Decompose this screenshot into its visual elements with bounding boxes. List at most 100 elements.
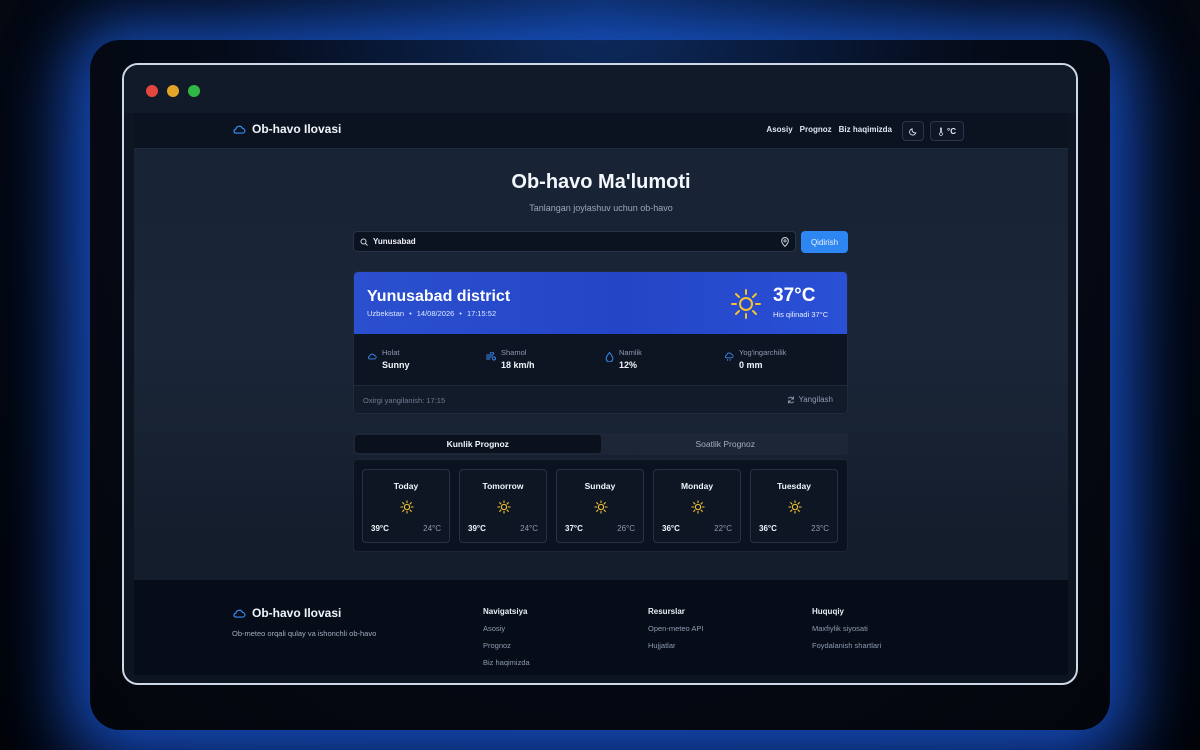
brand[interactable]: Ob-havo Ilovasi bbox=[232, 122, 341, 136]
sun-icon bbox=[594, 500, 608, 514]
forecast-max-temp: 37°C bbox=[565, 524, 583, 533]
forecast-min-temp: 26°C bbox=[617, 524, 635, 533]
sun-icon bbox=[691, 500, 705, 514]
unit-toggle-button[interactable]: °C bbox=[930, 121, 964, 141]
stat-value: Sunny bbox=[382, 360, 410, 370]
sun-icon bbox=[731, 289, 761, 319]
stat-humidity: Namlik 12% bbox=[605, 348, 642, 370]
window-titlebar bbox=[124, 65, 1076, 113]
theme-toggle-button[interactable] bbox=[902, 121, 924, 141]
stat-value: 0 mm bbox=[739, 360, 763, 370]
forecast-tabs: Kunlik Prognoz Soatlik Prognoz bbox=[353, 433, 848, 455]
wind-icon bbox=[486, 352, 496, 361]
stat-wind: Shamol 18 km/h bbox=[486, 348, 535, 370]
forecast-day-name: Sunday bbox=[584, 481, 616, 491]
time: 17:15:52 bbox=[466, 309, 497, 318]
humidity-icon bbox=[605, 352, 614, 362]
nav-link-forecast[interactable]: Prognoz bbox=[800, 125, 832, 134]
weather-card-footer: Oxirgi yangilanish: 17:15 Yangilash bbox=[354, 386, 847, 413]
forecast-max-temp: 36°C bbox=[759, 524, 777, 533]
page-subtitle: Tanlangan joylashuv uchun ob-havo bbox=[529, 203, 673, 213]
date: 14/08/2026 bbox=[416, 309, 455, 318]
forecast-day-name: Monday bbox=[680, 481, 714, 491]
footer-brand: Ob-havo Ilovasi bbox=[232, 606, 341, 620]
nav-link-home[interactable]: Asosiy bbox=[766, 125, 792, 134]
weather-app: Ob-havo Ilovasi Asosiy Prognoz Biz haqim… bbox=[134, 113, 1068, 675]
location-meta: Uzbekistan • 14/08/2026 • 17:15:52 bbox=[367, 309, 496, 318]
close-window-button[interactable] bbox=[146, 85, 158, 97]
stat-condition: Holat Sunny bbox=[367, 348, 410, 370]
last-updated: Oxirgi yangilanish: 17:15 bbox=[363, 396, 446, 405]
current-weather-header: Yunusabad district Uzbekistan • 14/08/20… bbox=[354, 272, 847, 334]
location-name: Yunusabad district bbox=[367, 288, 511, 305]
footer-column-title: Huquqiy bbox=[812, 607, 844, 616]
country: Uzbekistan bbox=[367, 309, 405, 318]
browser-window: Ob-havo Ilovasi Asosiy Prognoz Biz haqim… bbox=[122, 63, 1078, 685]
forecast-day-card: Tuesday 36°C 23°C bbox=[750, 469, 838, 543]
tab-hourly-forecast[interactable]: Soatlik Prognoz bbox=[603, 433, 849, 455]
moon-icon bbox=[908, 127, 916, 135]
forecast-day-name: Today bbox=[393, 481, 419, 491]
stat-label: Yog'ingarchilik bbox=[739, 348, 787, 357]
brand-name: Ob-havo Ilovasi bbox=[252, 122, 342, 136]
nav-link-about[interactable]: Biz haqimizda bbox=[839, 125, 892, 134]
refresh-button[interactable]: Yangilash bbox=[787, 395, 833, 404]
rain-icon bbox=[725, 352, 734, 361]
meta-separator: • bbox=[409, 309, 412, 318]
navbar: Ob-havo Ilovasi Asosiy Prognoz Biz haqim… bbox=[134, 113, 1068, 149]
refresh-icon bbox=[788, 396, 795, 403]
weather-stats: Holat Sunny Shamol 18 km/h Namlik 12% Yo… bbox=[354, 334, 847, 386]
footer-link-api[interactable]: Open-meteo API bbox=[648, 624, 703, 633]
stat-value: 12% bbox=[619, 360, 638, 370]
current-weather-card: Yunusabad district Uzbekistan • 14/08/20… bbox=[353, 271, 848, 414]
footer-link-terms[interactable]: Foydalanish shartlari bbox=[812, 641, 881, 650]
current-temperature: 37°C bbox=[773, 285, 816, 306]
minimize-window-button[interactable] bbox=[167, 85, 179, 97]
cloud-icon bbox=[233, 125, 246, 134]
footer-brand-name: Ob-havo Ilovasi bbox=[252, 606, 342, 620]
location-pin-icon[interactable] bbox=[781, 236, 789, 247]
sun-icon bbox=[788, 500, 802, 514]
cloud-icon bbox=[368, 353, 377, 360]
tab-daily-forecast[interactable]: Kunlik Prognoz bbox=[355, 435, 601, 453]
footer-column-navigation: Navigatsiya Asosiy Prognoz Biz haqimizda bbox=[483, 607, 530, 675]
forecast-day-card: Sunday 37°C 26°C bbox=[556, 469, 644, 543]
stat-label: Shamol bbox=[501, 348, 527, 357]
footer-column-resources: Resurslar Open-meteo API Hujjatlar bbox=[648, 607, 703, 658]
forecast-min-temp: 23°C bbox=[811, 524, 829, 533]
footer-link-privacy[interactable]: Maxfiylik siyosati bbox=[812, 624, 881, 633]
cloud-icon bbox=[233, 609, 246, 618]
sun-icon bbox=[400, 500, 414, 514]
search-icon bbox=[360, 238, 368, 246]
forecast-day-card: Monday 36°C 22°C bbox=[653, 469, 741, 543]
stat-value: 18 km/h bbox=[501, 360, 535, 370]
forecast-day-name: Tuesday bbox=[777, 481, 811, 491]
search-button[interactable]: Qidirish bbox=[801, 231, 848, 253]
forecast-day-card: Today 39°C 24°C bbox=[362, 469, 450, 543]
forecast-max-temp: 36°C bbox=[662, 524, 680, 533]
stat-label: Namlik bbox=[619, 348, 642, 357]
footer-link-home[interactable]: Asosiy bbox=[483, 624, 530, 633]
forecast-min-temp: 24°C bbox=[520, 524, 538, 533]
forecast-max-temp: 39°C bbox=[468, 524, 486, 533]
forecast-min-temp: 24°C bbox=[423, 524, 441, 533]
refresh-label: Yangilash bbox=[798, 395, 833, 404]
footer-tagline: Ob-meteo orqali qulay va ishonchli ob-ha… bbox=[232, 629, 377, 638]
stat-label: Holat bbox=[382, 348, 400, 357]
forecast-day-name: Tomorrow bbox=[482, 481, 524, 491]
footer-column-title: Resurslar bbox=[648, 607, 685, 616]
forecast-min-temp: 22°C bbox=[714, 524, 732, 533]
footer-link-forecast[interactable]: Prognoz bbox=[483, 641, 530, 650]
footer-column-legal: Huquqiy Maxfiylik siyosati Foydalanish s… bbox=[812, 607, 881, 658]
search-input[interactable] bbox=[373, 237, 781, 246]
footer-column-title: Navigatsiya bbox=[483, 607, 528, 616]
search-box bbox=[353, 231, 796, 252]
feels-like: His qilinadi 37°C bbox=[773, 310, 829, 319]
footer-link-about[interactable]: Biz haqimizda bbox=[483, 658, 530, 667]
footer-link-docs[interactable]: Hujjatlar bbox=[648, 641, 703, 650]
nav-links: Asosiy Prognoz Biz haqimizda bbox=[766, 125, 892, 134]
daily-forecast: Today 39°C 24°C Tomorrow 39°C 24°C Sunda… bbox=[353, 459, 848, 552]
maximize-window-button[interactable] bbox=[188, 85, 200, 97]
sun-icon bbox=[497, 500, 511, 514]
forecast-day-card: Tomorrow 39°C 24°C bbox=[459, 469, 547, 543]
